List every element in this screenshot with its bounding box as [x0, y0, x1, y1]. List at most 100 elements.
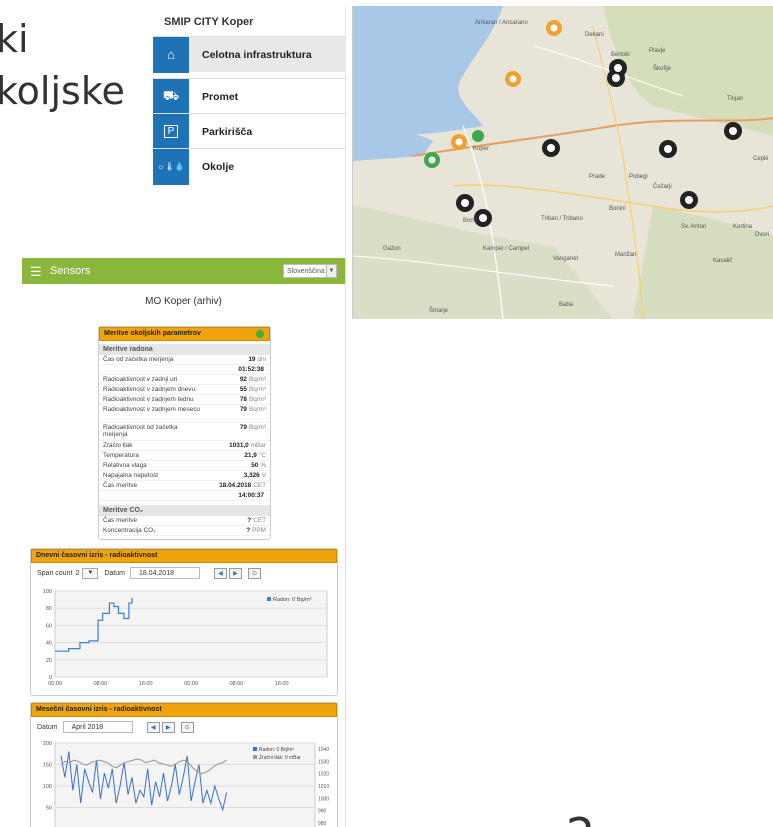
measurement-value: 19 [248, 356, 256, 363]
y-tick-label: 100 [43, 589, 52, 595]
measurement-label: Čas od začetka merjenja [103, 356, 174, 363]
monthly-chart-card: Mesečni časovni izris - radioaktivnost D… [30, 702, 338, 827]
measurement-unit: CET [253, 517, 266, 524]
measurement-unit: mBar [250, 442, 266, 449]
measurement-value: ? [246, 527, 251, 534]
parking-glyph: P [163, 125, 179, 138]
span-count-dropdown[interactable]: ▼ [82, 567, 99, 579]
measurement-value: 14:00:37 [238, 492, 264, 499]
measurement-value-group: 14:00:37 [238, 492, 266, 499]
slide-text-line-2: koljske [0, 69, 125, 113]
measurement-unit: PPM [252, 527, 266, 534]
measurement-value-group: 01:52:38 [238, 366, 266, 373]
map-label: Vanganel [553, 256, 578, 262]
menu-item-environment[interactable]: ☼🌡💧 Okolje [153, 148, 346, 185]
measurement-unit: V [261, 472, 266, 479]
map-label: Bonini [609, 206, 626, 212]
chart-toolbar: Span count 2 ▼ Datum 18.04.2018 ◀ ▶ ⊙ [31, 563, 337, 583]
measurement-row: Čas meritve? CET [99, 516, 270, 526]
measurement-value-group: 1031,0 mBar [229, 442, 266, 449]
y2-tick-label: 1040 [318, 747, 329, 753]
measurement-value: ? [247, 517, 252, 524]
next-button[interactable]: ▶ [161, 721, 175, 733]
y2-tick-label: 1000 [318, 796, 329, 802]
today-button[interactable]: ⊙ [180, 721, 194, 733]
measurement-row: Čas meritve 18.04.2018 CET [99, 481, 270, 491]
chart-toolbar: Datum April 2018 ◀ ▶ ⊙ [31, 717, 337, 737]
measurement-row: Radioaktivnost v zadnjem mesecu 79 Bq/m³ [99, 405, 270, 423]
y-tick-label: 100 [43, 784, 52, 790]
menu-item-parking[interactable]: P Parkirišča [153, 113, 346, 150]
map-base [353, 6, 773, 319]
measurement-value: 01:52:38 [238, 366, 264, 373]
measurement-unit: Bq/m³ [248, 424, 266, 431]
menu-item-label: Promet [202, 90, 239, 103]
map-label: Gažon [383, 246, 401, 252]
y-tick-label: 200 [43, 741, 52, 747]
measurement-row: 01:52:38 [99, 365, 270, 375]
measurement-label: Zračni tlak [103, 442, 133, 449]
today-button[interactable]: ⊙ [247, 567, 261, 579]
next-button[interactable]: ▶ [228, 567, 242, 579]
map-label: Kampel / Campel [483, 246, 530, 252]
measurement-row: Radioaktivnost v zadnjem dnevu 55 Bq/m³ [99, 385, 270, 395]
legend-label: Radon: 0 Bq/m³ [273, 597, 312, 603]
plot-area [54, 590, 328, 678]
measurement-value: 92 [239, 376, 247, 383]
x-tick-label: 08:00 [93, 681, 107, 687]
map-label: Plavje [649, 48, 666, 54]
date-label: Datum [104, 569, 125, 577]
menu-item-infrastructure[interactable]: ⌂ Celotna infrastruktura [153, 36, 346, 73]
measurement-value: 1031,0 [229, 442, 249, 449]
map-view[interactable]: Ankaran / Ancarano Dekani Plavje Bertoki… [352, 6, 773, 319]
measurement-value: 50 [251, 462, 259, 469]
measurement-value: 21,9 [244, 452, 257, 459]
measurement-label: Relativna vlaga [103, 462, 147, 469]
y-tick-label: 50 [46, 806, 52, 812]
measurement-label: Radioaktivnost v zadnjem tednu [103, 396, 194, 403]
y2-tick-label: 1010 [318, 784, 329, 790]
measurement-value: 79 [239, 406, 247, 413]
measurement-value-group: 55 Bq/m³ [240, 386, 266, 393]
y2-tick-label: 990 [318, 809, 327, 815]
menu-item-traffic[interactable]: ⛟ Promet [153, 78, 346, 115]
car-icon: ⛟ [153, 78, 189, 115]
map-label: Dvori [755, 232, 770, 238]
legend-label: Zračni tlak: 0 mBar [259, 755, 301, 761]
measurement-value: 78 [239, 396, 247, 403]
menu-icon[interactable]: ☰ [30, 265, 42, 278]
map-label: Kavalič [713, 258, 733, 264]
x-tick-label: 16:00 [139, 681, 153, 687]
monthly-radon-chart: 50 100 150 200 980 990 1000 1010 1020 1030 1040 Rad… [43, 741, 329, 827]
measurement-value: 55 [239, 386, 247, 393]
legend-label: Radon: 0 Bq/m³ [259, 747, 294, 753]
measurement-label: Temperatura [103, 452, 139, 459]
measurement-row: Radioaktivnost v zadnjem tednu 78 Bq/m³ [99, 395, 270, 405]
measurement-row: Zračni tlak 1031,0 mBar [99, 441, 270, 451]
location-title: MO Koper (arhiv) [145, 296, 222, 307]
map-label: Ankaran / Ancarano [475, 20, 528, 26]
language-select[interactable]: Slovenščina ▼ [283, 264, 337, 278]
measurement-value-group: 18.04.2018 CET [219, 482, 266, 489]
smip-title: SMIP CITY Koper [164, 16, 254, 28]
x-tick-label: 00:00 [48, 681, 62, 687]
previous-button[interactable]: ◀ [213, 567, 227, 579]
daily-radon-chart: 02040608010000:00 08:00 16:00 00:00 08:00 16:… [43, 589, 328, 687]
date-input[interactable]: April 2018 [62, 721, 133, 733]
chevron-down-icon: ▼ [326, 265, 336, 277]
card-header: Mesečni časovni izris - radioaktivnost [31, 703, 337, 717]
measurement-label: Koncentracija CO₂ [103, 527, 156, 534]
y-tick-label: 20 [46, 658, 52, 664]
previous-button[interactable]: ◀ [146, 721, 160, 733]
measurement-value-group: 3,326 V [244, 472, 266, 479]
measurement-value: 18.04.2018 [219, 482, 252, 489]
daily-chart-card: Dnevni časovni izris - radioaktivnost Sp… [30, 548, 338, 696]
x-tick-label: 00:00 [184, 681, 198, 687]
measurement-value-group: 79 Bq/m³ [240, 406, 266, 413]
date-input[interactable]: 18.04.2018 [129, 567, 200, 579]
measurement-value-group: ? PPM [246, 527, 266, 534]
measurement-row: 14:00:37 [99, 491, 270, 501]
measurement-value-group: 79 Bq/m³ [240, 424, 266, 431]
measurement-value-group: 19 dni [248, 356, 266, 363]
y-tick-label: 80 [46, 606, 52, 612]
